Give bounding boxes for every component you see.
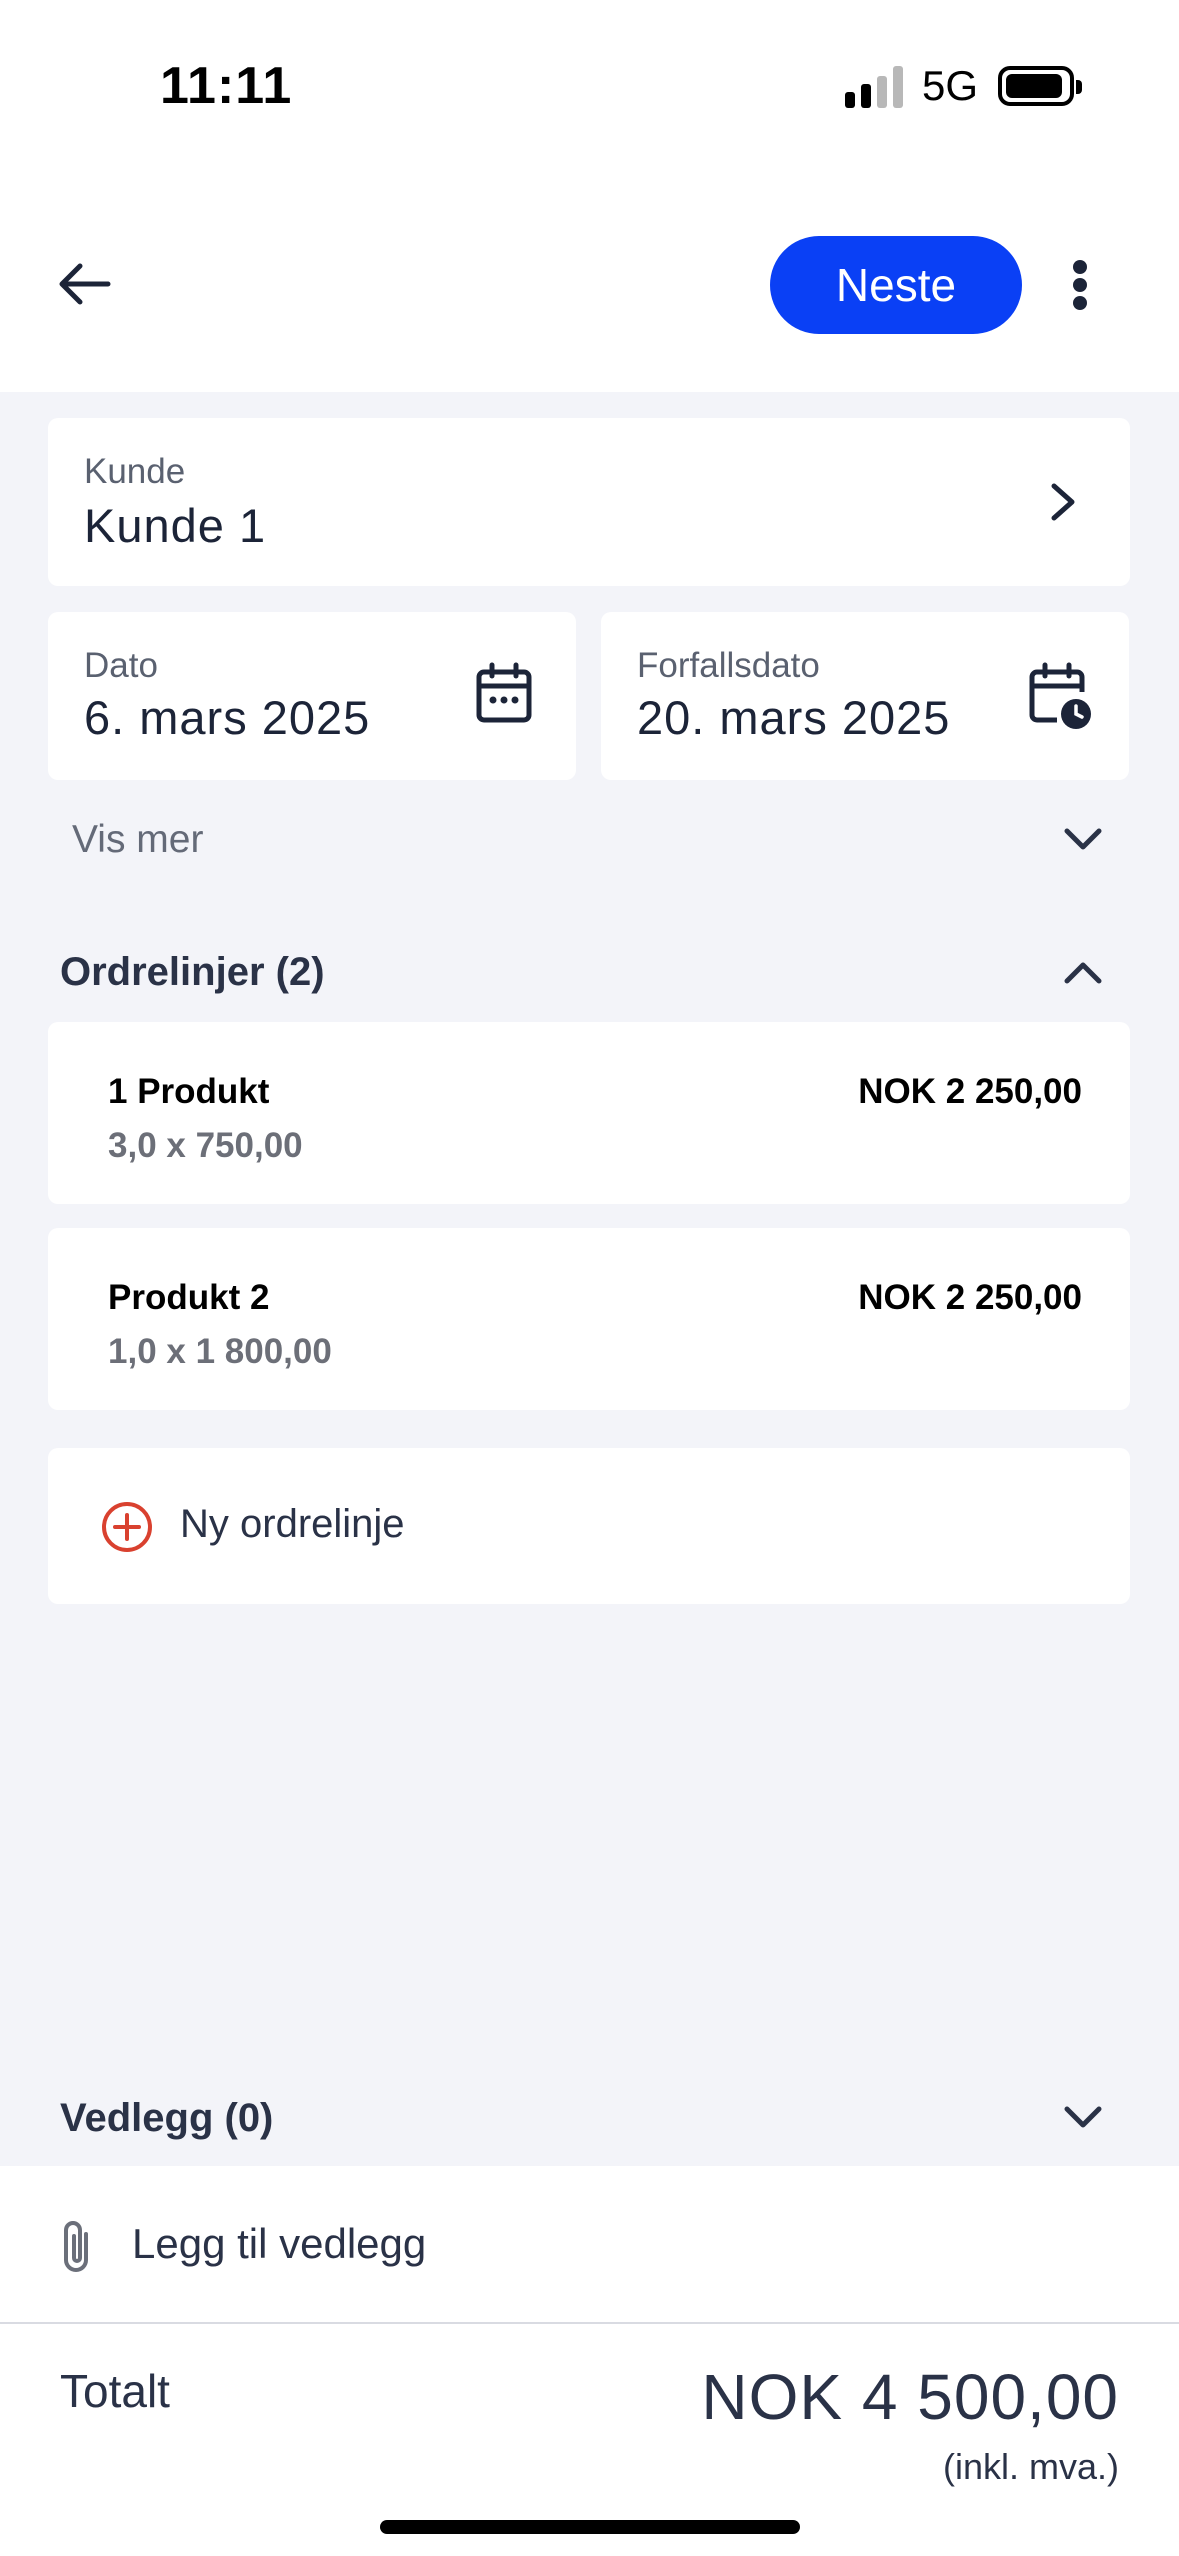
customer-card[interactable]: Kunde Kunde 1 — [48, 418, 1130, 586]
home-indicator[interactable] — [380, 2520, 800, 2534]
network-label: 5G — [922, 62, 979, 109]
chevron-right-icon — [1051, 483, 1075, 521]
show-more-label[interactable]: Vis mer — [72, 818, 203, 862]
order-line-qty-price: 1,0 x 1 800,00 — [108, 1332, 332, 1371]
order-line-2[interactable]: Produkt 2 1,0 x 1 800,00 NOK 2 250,00 — [48, 1228, 1130, 1410]
paperclip-icon — [64, 2221, 88, 2272]
order-line-name: 1 Produkt — [108, 1072, 270, 1111]
add-order-line-button[interactable]: Ny ordrelinje — [48, 1448, 1130, 1604]
back-button[interactable] — [48, 248, 120, 320]
add-attachment-button[interactable]: Legg til vedlegg — [0, 2166, 1179, 2324]
total-amount: NOK 4 500,00 — [701, 2361, 1119, 2433]
due-date-value: 20. mars 2025 — [637, 691, 951, 744]
calendar-clock-icon — [1029, 662, 1091, 729]
arrow-left-icon — [59, 263, 111, 305]
attachments-title: Vedlegg (0) — [60, 2096, 274, 2140]
total-vat-note: (inkl. mva.) — [942, 2446, 1119, 2487]
date-label: Dato — [84, 646, 158, 685]
total-label: Totalt — [60, 2365, 170, 2417]
order-line-1[interactable]: 1 Produkt 3,0 x 750,00 NOK 2 250,00 — [48, 1022, 1130, 1204]
battery-icon — [998, 66, 1082, 106]
add-attachment-label: Legg til vedlegg — [132, 2220, 427, 2267]
order-line-qty-price: 3,0 x 750,00 — [108, 1126, 303, 1165]
chevron-down-icon[interactable] — [1062, 2102, 1104, 2132]
chevron-down-icon[interactable] — [1062, 824, 1104, 854]
order-line-name: Produkt 2 — [108, 1278, 270, 1317]
next-button[interactable]: Neste — [770, 236, 1022, 334]
signal-icon — [845, 66, 905, 108]
calendar-icon — [476, 662, 532, 723]
customer-value: Kunde 1 — [84, 499, 267, 552]
more-options-icon[interactable] — [1060, 250, 1100, 320]
order-line-amount: NOK 2 250,00 — [858, 1278, 1082, 1317]
due-date-label: Forfallsdato — [637, 646, 820, 685]
plus-circle-icon — [102, 1502, 152, 1552]
add-order-line-label: Ny ordrelinje — [180, 1502, 405, 1546]
date-card[interactable]: Dato 6. mars 2025 — [48, 612, 576, 780]
customer-label: Kunde — [84, 452, 186, 491]
due-date-card[interactable]: Forfallsdato 20. mars 2025 — [601, 612, 1129, 780]
date-value: 6. mars 2025 — [84, 691, 371, 744]
status-time: 11:11 — [160, 57, 293, 115]
chevron-up-icon[interactable] — [1062, 958, 1104, 988]
order-lines-title: Ordrelinjer (2) — [60, 950, 325, 994]
order-line-amount: NOK 2 250,00 — [858, 1072, 1082, 1111]
